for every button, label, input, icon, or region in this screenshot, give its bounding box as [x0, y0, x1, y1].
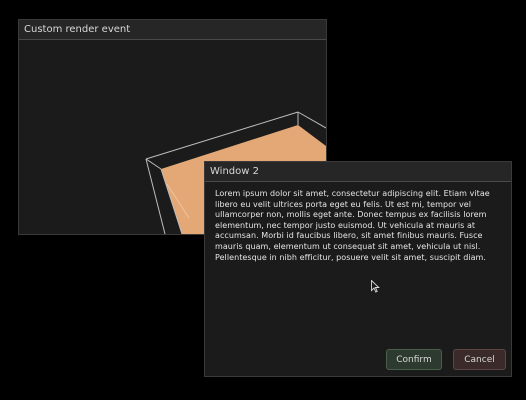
cancel-button[interactable]: Cancel: [453, 349, 506, 370]
window-2-dialog[interactable]: Window 2 Lorem ipsum dolor sit amet, con…: [204, 161, 512, 377]
window-title-bar[interactable]: Window 2: [205, 162, 511, 182]
arrow-pointer-icon: [371, 280, 380, 293]
confirm-button[interactable]: Confirm: [386, 349, 442, 370]
window-title-bar[interactable]: Custom render event: [19, 20, 326, 40]
window-title: Custom render event: [24, 24, 131, 35]
window-title: Window 2: [210, 166, 259, 177]
dialog-body-text: Lorem ipsum dolor sit amet, consectetur …: [215, 189, 490, 262]
